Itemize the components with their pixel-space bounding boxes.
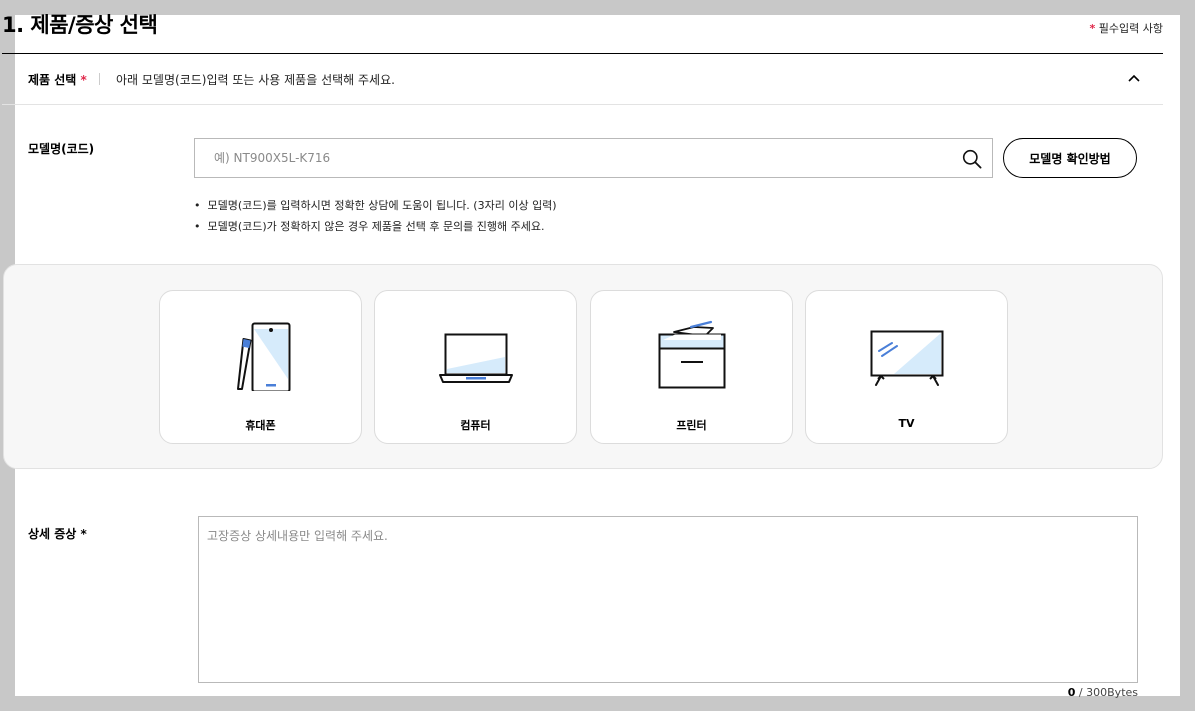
model-search-box bbox=[194, 138, 993, 178]
laptop-icon bbox=[438, 333, 513, 383]
chevron-up-icon[interactable] bbox=[1127, 71, 1141, 85]
model-note-text: 모델명(코드)가 정확하지 않은 경우 제품을 선택 후 문의를 진행해 주세요… bbox=[207, 220, 545, 233]
required-note: * 필수입력 사항 bbox=[1090, 20, 1163, 36]
page: 1. 제품/증상 선택 * 필수입력 사항 제품 선택 * 아래 모델명(코드)… bbox=[2, 13, 1180, 699]
product-select-label: 제품 선택 * bbox=[28, 71, 87, 88]
section-title: 1. 제품/증상 선택 bbox=[2, 13, 158, 37]
category-card-printer[interactable]: 프린터 bbox=[590, 290, 793, 444]
symptom-detail-label: 상세 증상 * bbox=[28, 525, 87, 542]
model-check-button[interactable]: 모델명 확인방법 bbox=[1003, 138, 1137, 178]
required-note-text: 필수입력 사항 bbox=[1098, 22, 1163, 35]
required-star: * bbox=[1089, 22, 1096, 35]
byte-counter: 0 / 300Bytes bbox=[1068, 686, 1138, 699]
search-icon[interactable] bbox=[962, 149, 982, 169]
symptom-detail-textarea[interactable] bbox=[199, 517, 1137, 682]
category-card-phone[interactable]: 휴대폰 bbox=[159, 290, 362, 444]
category-card-computer[interactable]: 컴퓨터 bbox=[374, 290, 577, 444]
product-category-panel: 휴대폰 컴퓨터 프린터 TV bbox=[3, 264, 1163, 469]
category-label: 컴퓨터 bbox=[460, 419, 491, 432]
category-label: 프린터 bbox=[676, 419, 707, 432]
tv-icon bbox=[870, 330, 943, 386]
printer-icon bbox=[658, 320, 725, 389]
model-note-item: • 모델명(코드)를 입력하시면 정확한 상담에 도움이 됩니다. (3자리 이… bbox=[194, 199, 557, 212]
model-code-label: 모델명(코드) bbox=[28, 142, 95, 156]
symptom-required-star: * bbox=[80, 527, 87, 541]
category-card-tv[interactable]: TV bbox=[805, 290, 1008, 444]
model-note-text: 모델명(코드)를 입력하시면 정확한 상담에 도움이 됩니다. (3자리 이상 … bbox=[207, 199, 557, 212]
phone-icon bbox=[236, 322, 290, 391]
product-select-label-text: 제품 선택 bbox=[28, 73, 77, 87]
model-note-item: • 모델명(코드)가 정확하지 않은 경우 제품을 선택 후 문의를 진행해 주… bbox=[194, 220, 545, 233]
symptom-detail-box bbox=[198, 516, 1138, 683]
product-select-header[interactable]: 제품 선택 * 아래 모델명(코드)입력 또는 사용 제품을 선택해 주세요. bbox=[15, 54, 1163, 104]
symptom-detail-label-text: 상세 증상 bbox=[28, 527, 77, 541]
category-label: TV bbox=[898, 417, 915, 430]
label-separator bbox=[99, 73, 100, 85]
model-code-input[interactable] bbox=[195, 139, 950, 177]
product-select-description: 아래 모델명(코드)입력 또는 사용 제품을 선택해 주세요. bbox=[116, 73, 395, 87]
byte-count-limit: / 300Bytes bbox=[1075, 686, 1138, 699]
category-label: 휴대폰 bbox=[245, 419, 276, 432]
product-select-required-star: * bbox=[80, 73, 87, 87]
model-notes: • 모델명(코드)를 입력하시면 정확한 상담에 도움이 됩니다. (3자리 이… bbox=[194, 195, 557, 237]
row-divider bbox=[2, 104, 1163, 105]
